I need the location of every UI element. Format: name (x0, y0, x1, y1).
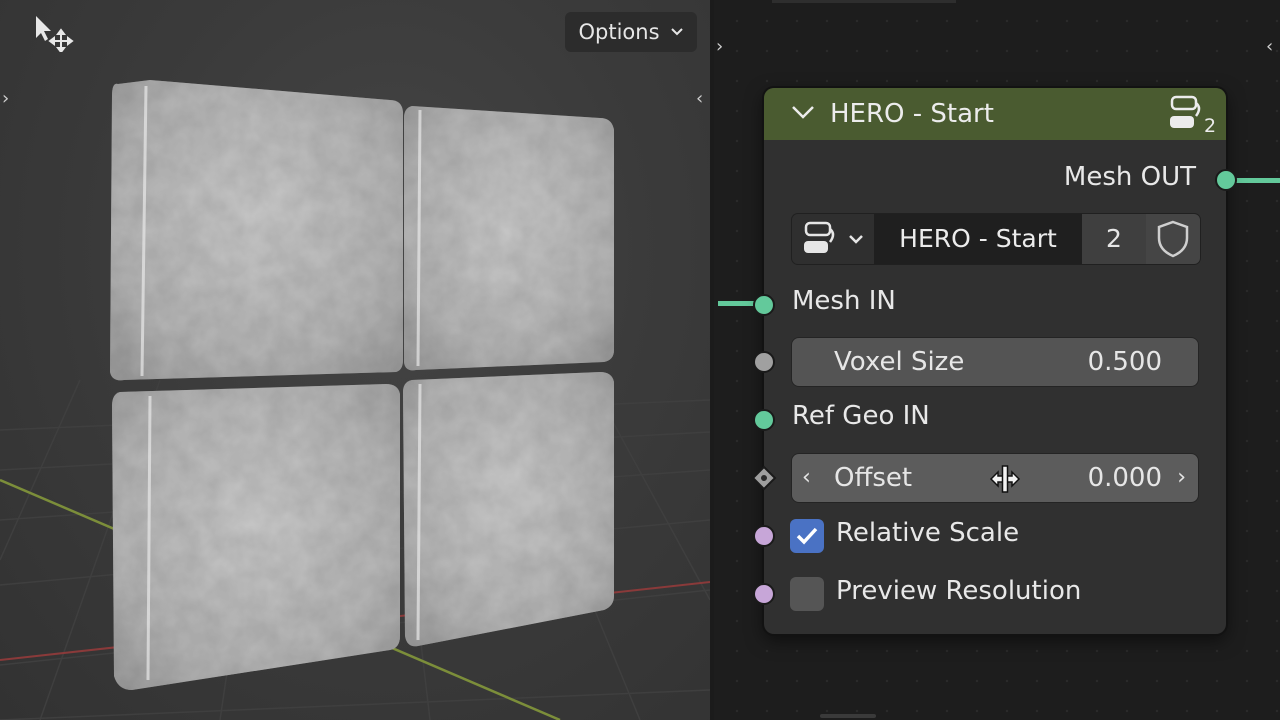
options-dropdown[interactable]: Options (565, 12, 697, 52)
preview-resolution-socket[interactable] (753, 583, 775, 605)
offset-socket[interactable] (750, 464, 778, 492)
chevron-down-icon[interactable] (790, 103, 816, 123)
mesh-out-socket[interactable] (1215, 169, 1237, 191)
relative-scale-checkbox[interactable] (790, 519, 824, 553)
increment-arrow-icon[interactable]: › (1177, 454, 1186, 502)
node-group-users-button[interactable]: 2 (1082, 214, 1146, 264)
chevron-down-icon (670, 28, 683, 36)
stone-blocks-mesh (110, 80, 614, 690)
ref-geo-in-label: Ref Geo IN (792, 401, 930, 431)
options-label: Options (578, 20, 660, 44)
outgoing-link[interactable] (1234, 178, 1280, 183)
node-group-user-count: 2 (1204, 115, 1217, 137)
node-group-icon (804, 221, 863, 253)
mesh-in-socket[interactable] (753, 294, 775, 316)
horizontal-drag-cursor-icon (989, 465, 1021, 493)
offset-field[interactable]: ‹ Offset 0.000 › (792, 454, 1198, 502)
node-group-name-field[interactable]: HERO - Start (874, 214, 1082, 264)
offset-value: 0.000 (1087, 463, 1162, 493)
node-group-selector[interactable]: HERO - Start 2 (792, 214, 1200, 264)
select-move-tool-button[interactable] (26, 10, 76, 54)
ref-geo-in-socket[interactable] (753, 409, 775, 431)
node-header[interactable]: HERO - Start 2 (764, 88, 1226, 140)
voxel-size-field[interactable]: Voxel Size 0.500 (792, 338, 1198, 386)
mesh-out-label: Mesh OUT (1063, 162, 1196, 192)
fake-user-button[interactable] (1146, 214, 1200, 264)
node-editor[interactable]: › ‹ HERO - Start 2 Mesh OUT HERO - Start… (714, 0, 1280, 720)
sidebar-expand-arrow[interactable]: ‹ (696, 90, 703, 108)
horizontal-scrollbar[interactable] (820, 714, 876, 718)
mesh-in-label: Mesh IN (792, 286, 896, 316)
node-group-hero-start[interactable]: HERO - Start 2 Mesh OUT HERO - Start 2 M… (751, 88, 1237, 634)
preview-resolution-checkbox[interactable] (790, 577, 824, 611)
offset-label: Offset (834, 463, 913, 493)
voxel-size-socket[interactable] (753, 351, 775, 373)
relative-scale-label: Relative Scale (836, 518, 1020, 548)
checkmark-icon (796, 527, 818, 545)
sidebar-expand-arrow[interactable]: ‹ (1266, 38, 1273, 56)
viewport-scene (0, 80, 710, 720)
voxel-size-label: Voxel Size (834, 347, 965, 377)
toolbar-expand-arrow[interactable]: › (716, 38, 723, 56)
3d-viewport[interactable]: Options › ‹ (0, 0, 710, 720)
editor-tab-indicator (810, 0, 956, 3)
preview-resolution-label: Preview Resolution (836, 576, 1082, 606)
decrement-arrow-icon[interactable]: ‹ (802, 454, 811, 502)
node-group-icon (1170, 95, 1201, 128)
node-title: HERO - Start (830, 99, 994, 129)
relative-scale-socket[interactable] (753, 525, 775, 547)
select-move-cursor-icon (36, 16, 74, 52)
node-group-browse-button[interactable] (792, 214, 874, 264)
shield-icon (1157, 220, 1189, 258)
voxel-size-value: 0.500 (1087, 347, 1162, 377)
toolbar-expand-arrow[interactable]: › (2, 90, 9, 108)
